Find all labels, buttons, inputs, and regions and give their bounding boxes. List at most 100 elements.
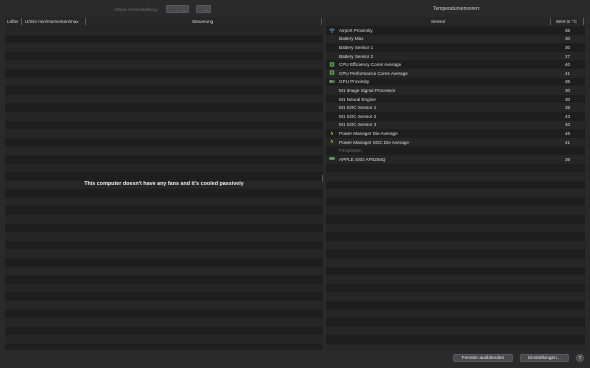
fan-empty-row [5, 43, 323, 52]
fan-empty-row [5, 206, 323, 216]
fan-empty-row [5, 120, 323, 130]
sensor-name: CPU Performance Cores Average [339, 70, 408, 76]
toolbar: Aktive Voreinstellung: ⌄ ⌄ Temperatursen… [0, 0, 590, 17]
fan-empty-row [5, 163, 323, 173]
sensor-name: M1 SOC Sensor 1 [339, 105, 377, 111]
sensor-empty-row [326, 240, 585, 250]
power-icon [329, 139, 335, 145]
sensor-empty-row [326, 180, 585, 190]
fan-empty-row [5, 86, 323, 95]
sensor-value: 43 [565, 113, 571, 119]
fan-empty-row [5, 34, 323, 44]
column-divider[interactable] [85, 18, 86, 25]
column-divider[interactable] [321, 18, 322, 25]
settings-button[interactable]: Einstellungen... [520, 354, 569, 362]
sensor-empty-row [326, 292, 585, 301]
fan-empty-row [5, 301, 323, 310]
column-divider[interactable] [550, 18, 551, 25]
sensor-row[interactable]: Battery Sensor 1 30 [326, 43, 585, 52]
sensor-value: 41 [565, 139, 571, 145]
sensor-value: 30 [565, 36, 571, 42]
column-sensor[interactable]: Sensor [431, 19, 446, 24]
preset-popup[interactable]: ⌄ [166, 5, 189, 13]
fan-empty-row [5, 26, 323, 35]
fan-empty-row [5, 154, 323, 164]
fan-empty-row [5, 258, 323, 267]
sensor-row[interactable]: Battery Sensor 2 27 [326, 51, 585, 61]
sensor-row[interactable]: Airport Proximity 36 [326, 26, 585, 35]
sensor-name: Battery Sensor 1 [339, 44, 374, 50]
fan-empty-row [5, 275, 323, 284]
fan-empty-row [5, 283, 323, 293]
sensors-rows: Airport Proximity 36 Battery Max 30 Battery … [326, 26, 585, 350]
fan-empty-row [5, 68, 323, 78]
fan-empty-row [5, 129, 323, 138]
preset-label: Aktive Voreinstellung: [114, 7, 158, 12]
sensor-empty-row [326, 326, 585, 336]
cpu-icon [329, 62, 335, 67]
column-fan[interactable]: Lüfter [7, 19, 19, 24]
temperature-sensors-title: Temperatursensoren: [433, 6, 481, 12]
fan-empty-row [5, 137, 323, 147]
sensor-empty-row [326, 266, 585, 276]
column-divider[interactable] [583, 18, 584, 25]
gpu-icon [329, 79, 335, 84]
column-control[interactable]: Steuerung [192, 19, 213, 24]
sensor-section-header[interactable]: Festplatten [326, 146, 585, 155]
fan-empty-row [5, 77, 323, 87]
fan-empty-row [5, 318, 323, 327]
sensor-row[interactable]: GPU Proximity 36 [326, 77, 585, 87]
fan-empty-row [5, 240, 323, 250]
splitter-handle[interactable] [322, 175, 324, 182]
fans-rows [5, 26, 323, 350]
sensor-empty-row [326, 283, 585, 293]
sensor-empty-row [326, 309, 585, 319]
sensor-empty-row [326, 172, 585, 181]
sensor-row[interactable]: APPLE SSD AP0256Q 36 [326, 154, 585, 164]
fan-empty-row [5, 111, 323, 121]
sensor-empty-row [326, 163, 585, 173]
sensor-row[interactable]: M1 SOC Sensor 2 43 [326, 111, 585, 121]
sensor-row[interactable]: CPU Performance Cores Average 41 [326, 68, 585, 78]
hide-window-button[interactable]: Fenster ausblenden [453, 354, 513, 362]
sensor-empty-row [326, 189, 585, 198]
sensor-row[interactable]: M1 Neural Engine 30 [326, 94, 585, 104]
sensor-value: 36 [565, 156, 571, 162]
column-divider[interactable] [21, 18, 22, 25]
chevron-down-icon: ⌄ [182, 7, 186, 12]
wifi-icon [329, 27, 335, 33]
column-rpm[interactable]: U/min min/momentan/max [25, 19, 79, 24]
sensor-row[interactable]: CPU Efficiency Cores Average 40 [326, 60, 585, 69]
preset-action-popup[interactable]: ⌄ [196, 5, 211, 13]
power-icon [329, 130, 335, 136]
chevron-down-icon: ⌄ [204, 7, 208, 12]
fan-empty-row [5, 232, 323, 241]
fan-empty-row [5, 60, 323, 69]
sensor-row[interactable]: M1 SOC Sensor 3 40 [326, 120, 585, 130]
sensors-table: Sensor Wert in °C Airport Proximity 36 Bat… [326, 17, 585, 350]
fan-empty-row [5, 309, 323, 319]
fan-empty-row [5, 215, 323, 224]
sensor-value: 40 [565, 122, 571, 128]
sensor-value: 40 [565, 62, 571, 68]
sensor-empty-row [326, 258, 585, 267]
sensor-empty-row [326, 197, 585, 207]
sensor-name: CPU Efficiency Cores Average [339, 62, 402, 68]
sensor-row[interactable]: Battery Max 30 [326, 34, 585, 44]
sensor-row[interactable]: M1 SOC Sensor 1 39 [326, 103, 585, 112]
fan-empty-row [5, 103, 323, 112]
sensor-row[interactable]: Power Manager SOC Die Average 41 [326, 137, 585, 147]
sensor-row[interactable]: Power Manager Die Average 46 [326, 129, 585, 138]
cpu-icon [329, 70, 335, 76]
help-button[interactable]: ? [576, 354, 584, 362]
sensor-name: M1 Neural Engine [339, 96, 376, 102]
sensor-row[interactable]: M1 Image Signal Processor 30 [326, 86, 585, 95]
column-value[interactable]: Wert in °C [556, 19, 577, 24]
sensor-value: 30 [565, 96, 571, 102]
fan-empty-row [5, 326, 323, 336]
fan-empty-row [5, 249, 323, 259]
sensor-name: M1 SOC Sensor 3 [339, 122, 377, 128]
sensor-name: Battery Max [339, 36, 364, 42]
sensor-name: Airport Proximity [339, 27, 373, 33]
fan-empty-row [5, 94, 323, 104]
